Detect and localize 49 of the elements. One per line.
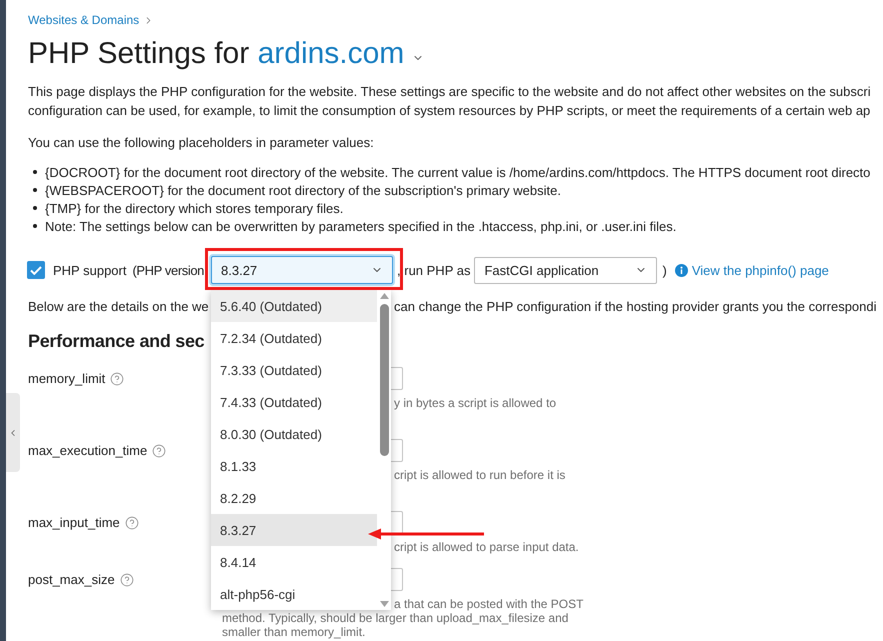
setting-description: smaller than memory_limit. [222,625,366,639]
breadcrumb-link[interactable]: Websites & Domains [28,13,140,27]
setting-name: memory_limit [28,371,106,386]
php-support-checkbox[interactable] [27,261,45,279]
setting-name: max_execution_time [28,443,148,458]
version-select[interactable]: 8.3.27 [211,256,394,284]
php-version-label: (PHP version [132,262,204,278]
setting-description: cript is allowed to parse input data. [394,540,579,554]
input-field[interactable] [391,439,403,462]
dropdown-option[interactable]: 5.6.40 (Outdated) [211,290,378,322]
dropdown-option[interactable]: alt-php56-cgi [211,578,378,610]
dropdown-option[interactable]: 8.3.27 [211,514,378,546]
bullet-icon [33,206,37,210]
help-icon[interactable] [110,372,124,386]
scroll-up-icon[interactable] [380,293,389,299]
help-icon[interactable] [124,516,139,530]
page-title: PHP Settings for ardins.com [28,36,404,72]
bullet-icon [33,224,37,228]
details-text: can change the PHP configuration if the hosting provider grants you the correspondi [394,298,877,314]
php-support-label: PHP support [53,262,126,278]
bullet-icon [33,170,37,174]
placeholder-item: Note: The settings below can be overwritten by parameters specified in the .htaccess, php.ini, or .user.ini files. [45,218,676,234]
intro-paragraph: This page displays the PHP configuration for the website. These settings are specific to the website and do not affect other websites on the subscri configuration can be used, for example, to limit the consumption of system resources by PHP scripts, or meet the requirements of a certain web ap [28,83,871,120]
setting-description: method. Typically, should be larger than upload_max_filesize and [222,611,568,625]
phpinfo-link[interactable]: View the phpinfo() page [692,262,829,278]
info-icon [674,264,688,276]
input-field[interactable] [391,367,403,390]
setting-name: post_max_size [28,572,115,587]
input-field[interactable] [391,511,403,534]
handler-select[interactable]: FastCGI application [474,256,658,284]
section-title: Performance and sec [28,330,204,353]
placeholder-item: {DOCROOT} for the document root directory of the website. The current value is /home/ardins.com/httpdocs. The HTTPS document root directo [45,164,870,180]
placeholder-item: {TMP} for the directory which stores temporary files. [45,200,344,216]
run-php-label: , run PHP as [397,262,470,278]
setting-description: a that can be posted with the POST [394,597,584,611]
placeholder-item: {WEBSPACEROOT} for the document root directory of the subscription's primary website. [45,182,561,198]
closing-parenthesis: ) [662,262,667,278]
bullet-icon [33,188,37,192]
checkmark-icon [30,266,42,274]
placeholders-intro: You can use the following placeholders in parameter values: [28,134,374,152]
scroll-down-icon[interactable] [380,601,389,607]
setting-name: max_input_time [28,515,120,530]
help-icon[interactable] [120,572,134,586]
details-text: Below are the details on the we [28,298,209,314]
input-field[interactable] [391,568,403,591]
help-icon[interactable] [152,444,166,458]
scrollbar-thumb[interactable] [380,304,389,456]
setting-description: y in bytes a script is allowed to [394,396,556,410]
setting-description: cript is allowed to run before it is [394,468,566,482]
